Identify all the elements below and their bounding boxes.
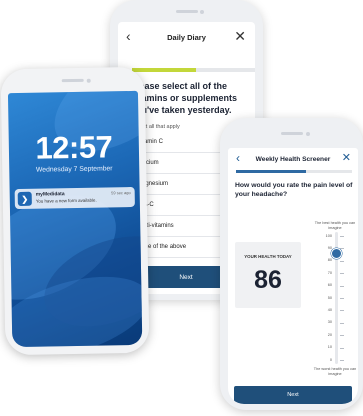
front-camera (306, 131, 310, 136)
scale-tick (340, 236, 344, 237)
scale-tick (340, 285, 344, 287)
front-camera (86, 78, 91, 83)
diary-title: Daily Diary (167, 32, 206, 42)
diary-progress-fill (132, 68, 196, 72)
scale-tick-label: 20 (327, 332, 332, 337)
close-icon[interactable]: ✕ (342, 151, 351, 164)
health-screener-screen: ‹ Weekly Health Screener ✕ How would you… (228, 148, 358, 404)
lock-screen-phone: 12:57 Wednesday 7 September ❯ myMedidata… (0, 66, 150, 356)
health-screener-phone: ‹ Weekly Health Screener ✕ How would you… (220, 118, 363, 410)
screener-progress-fill (236, 170, 306, 173)
notification-time: 59 sec ago (111, 190, 131, 196)
scale-tick (340, 322, 344, 324)
screener-question: How would you rate the pain level of you… (235, 182, 353, 198)
close-icon[interactable]: ✕ (234, 28, 246, 45)
scale-tick-label: 100 (325, 233, 332, 238)
lock-time: 12:57 (35, 129, 113, 166)
health-today-label: YOUR HEALTH TODAY (244, 254, 292, 259)
scale-tick-label: 0 (329, 357, 332, 362)
scale-tick (340, 273, 344, 275)
diary-progress-bar (132, 68, 255, 72)
scale-tick (340, 310, 344, 312)
diary-header: ‹ Daily Diary ✕ (118, 22, 255, 52)
scale-top-label: The best health you can imagine (314, 221, 356, 230)
notification-app-name: myMedidata (35, 191, 65, 198)
chevron-left-icon[interactable]: ‹ (126, 28, 131, 44)
scale-tick (340, 347, 344, 349)
screener-progress-bar (236, 170, 352, 173)
scale-tick-label: 50 (327, 295, 332, 300)
scale-tick-label: 10 (327, 345, 332, 350)
speaker-grille (280, 132, 303, 135)
notification-message: You have a new form available. (35, 197, 97, 204)
scale-tick (340, 260, 344, 262)
health-slider-thumb[interactable] (331, 247, 342, 259)
chevron-left-icon[interactable]: ‹ (236, 151, 240, 165)
health-today-value: 86 (254, 266, 282, 294)
screener-title: Weekly Health Screener (255, 155, 331, 163)
speaker-grille (61, 78, 84, 83)
scale-tick (340, 298, 344, 299)
health-today-card: YOUR HEALTH TODAY 86 (235, 242, 301, 308)
screener-next-button[interactable]: Next (234, 386, 352, 404)
lock-screen: 12:57 Wednesday 7 September ❯ myMedidata… (7, 90, 143, 348)
screener-header: ‹ Weekly Health Screener ✕ (228, 148, 358, 170)
diary-question: Please select all of the vitamins or sup… (131, 81, 238, 115)
scale-tick (340, 335, 344, 337)
notification-card[interactable]: ❯ myMedidata 59 sec ago You have a new f… (14, 186, 135, 210)
front-camera (200, 9, 204, 14)
lock-date: Wednesday 7 September (35, 165, 113, 174)
scale-tick-label: 80 (327, 258, 332, 263)
scale-tick-label: 40 (327, 307, 332, 312)
scale-tick-label: 60 (327, 283, 332, 288)
scale-tick-label: 30 (327, 320, 332, 325)
scale-tick-label: 90 (327, 245, 332, 250)
app-icon: ❯ (17, 191, 32, 206)
scale-bottom-label: The worst health you can imagine (313, 367, 357, 376)
speaker-grille (175, 10, 198, 13)
scale-tick (340, 360, 344, 361)
scale-tick-label: 70 (327, 270, 332, 275)
